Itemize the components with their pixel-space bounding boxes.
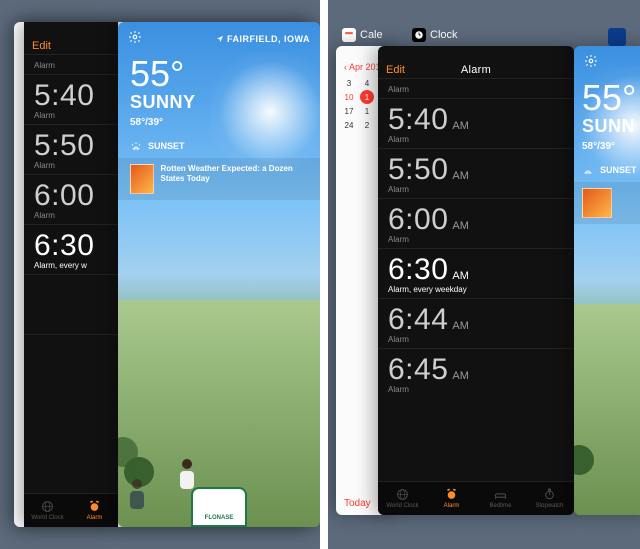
alarm-label: Alarm [34, 61, 108, 70]
alarm-row[interactable]: 5:40 Alarm [24, 74, 118, 124]
alarm-label: Alarm [388, 385, 564, 394]
sunset-row[interactable]: SUNSET [574, 158, 640, 182]
ad-flonase[interactable]: FLONASE [191, 487, 247, 527]
alarm-label: Alarm [388, 85, 564, 94]
alarm-header: Alarm [461, 64, 491, 76]
alarm-row[interactable] [24, 334, 118, 394]
location-icon [216, 35, 224, 43]
gear-icon [128, 30, 142, 44]
alarm-label: Alarm, every weekday [388, 285, 564, 294]
condition: SUNN [582, 116, 640, 137]
temperature: 55° [130, 56, 308, 92]
location-button[interactable]: FAIRFIELD, IOWA [216, 34, 310, 44]
sunset-icon [582, 164, 594, 176]
hero-image: FLONASE [118, 300, 320, 527]
alarm-label: Alarm [388, 135, 564, 144]
settings-button[interactable] [584, 54, 598, 73]
alarm-label: Alarm, every w [34, 261, 108, 270]
news-card[interactable]: Rotten Weather Expected: a Dozen States … [118, 158, 320, 200]
weather-app-card[interactable]: FAIRFIELD, IOWA 55° SUNNY 58°/39° SUNSET… [118, 22, 320, 527]
alarm-row[interactable]: Alarm [24, 54, 118, 74]
edit-button[interactable]: Edit [32, 40, 51, 52]
sunset-icon [130, 140, 142, 152]
alarm-row[interactable]: 6:00AM Alarm [378, 198, 574, 248]
tab-world-clock[interactable]: World Clock [24, 494, 71, 527]
tab-bedtime[interactable]: Bedtime [476, 482, 525, 515]
high-low: 58°/39° [130, 117, 308, 128]
alarm-row[interactable]: 6:30AM Alarm, every weekday [378, 248, 574, 298]
edit-button[interactable]: Edit [386, 64, 405, 76]
tab-alarm[interactable]: Alarm [427, 482, 476, 515]
bedtime-icon [494, 488, 507, 501]
alarm-row[interactable]: Alarm [378, 78, 574, 98]
alarm-icon [88, 500, 101, 513]
alarm-row[interactable]: 6:45AM Alarm [378, 348, 574, 398]
stopwatch-icon [543, 488, 556, 501]
alarm-row[interactable] [24, 274, 118, 334]
alarm-row[interactable]: 6:00 Alarm [24, 174, 118, 224]
high-low: 58°/39° [582, 141, 640, 152]
world-icon [396, 488, 409, 501]
clock-tabbar: World Clock Alarm Bedtime Stopwatch [378, 481, 574, 515]
clock-tabbar: World Clock Alarm [24, 493, 118, 527]
clock-app-card[interactable]: Edit Alarm Alarm 5:40AM Alarm 5:50AM Ala… [378, 46, 574, 515]
hero-image [574, 304, 640, 515]
alarm-label: Alarm [388, 235, 564, 244]
news-card[interactable] [574, 182, 640, 224]
tab-alarm[interactable]: Alarm [71, 494, 118, 527]
alarm-row[interactable]: 5:40AM Alarm [378, 98, 574, 148]
news-thumb [582, 188, 612, 218]
sunset-row[interactable]: SUNSET [118, 134, 320, 158]
news-thumb [130, 164, 154, 194]
clock-app-card[interactable]: Edit Alarm 5:40 Alarm 5:50 Alarm 6:00 Al… [24, 22, 118, 527]
alarm-label: Alarm [34, 161, 108, 170]
alarm-row[interactable]: 5:50AM Alarm [378, 148, 574, 198]
news-headline: Rotten Weather Expected: a Dozen States … [160, 164, 308, 184]
weather-app-card[interactable]: 55° SUNN 58°/39° SUNSET [574, 46, 640, 515]
alarm-row[interactable]: 6:30 Alarm, every w [24, 224, 118, 274]
gear-icon [584, 54, 598, 68]
settings-button[interactable] [128, 30, 142, 49]
condition: SUNNY [130, 92, 308, 113]
alarm-row[interactable]: 6:44AM Alarm [378, 298, 574, 348]
alarm-label: Alarm [34, 111, 108, 120]
tab-stopwatch[interactable]: Stopwatch [525, 482, 574, 515]
alarm-label: Alarm [388, 335, 564, 344]
tab-world-clock[interactable]: World Clock [378, 482, 427, 515]
alarm-icon [445, 488, 458, 501]
temperature: 55° [582, 80, 640, 116]
today-button[interactable]: Today [344, 498, 371, 509]
alarm-label: Alarm [34, 211, 108, 220]
alarm-label: Alarm [388, 185, 564, 194]
alarm-row[interactable]: 5:50 Alarm [24, 124, 118, 174]
